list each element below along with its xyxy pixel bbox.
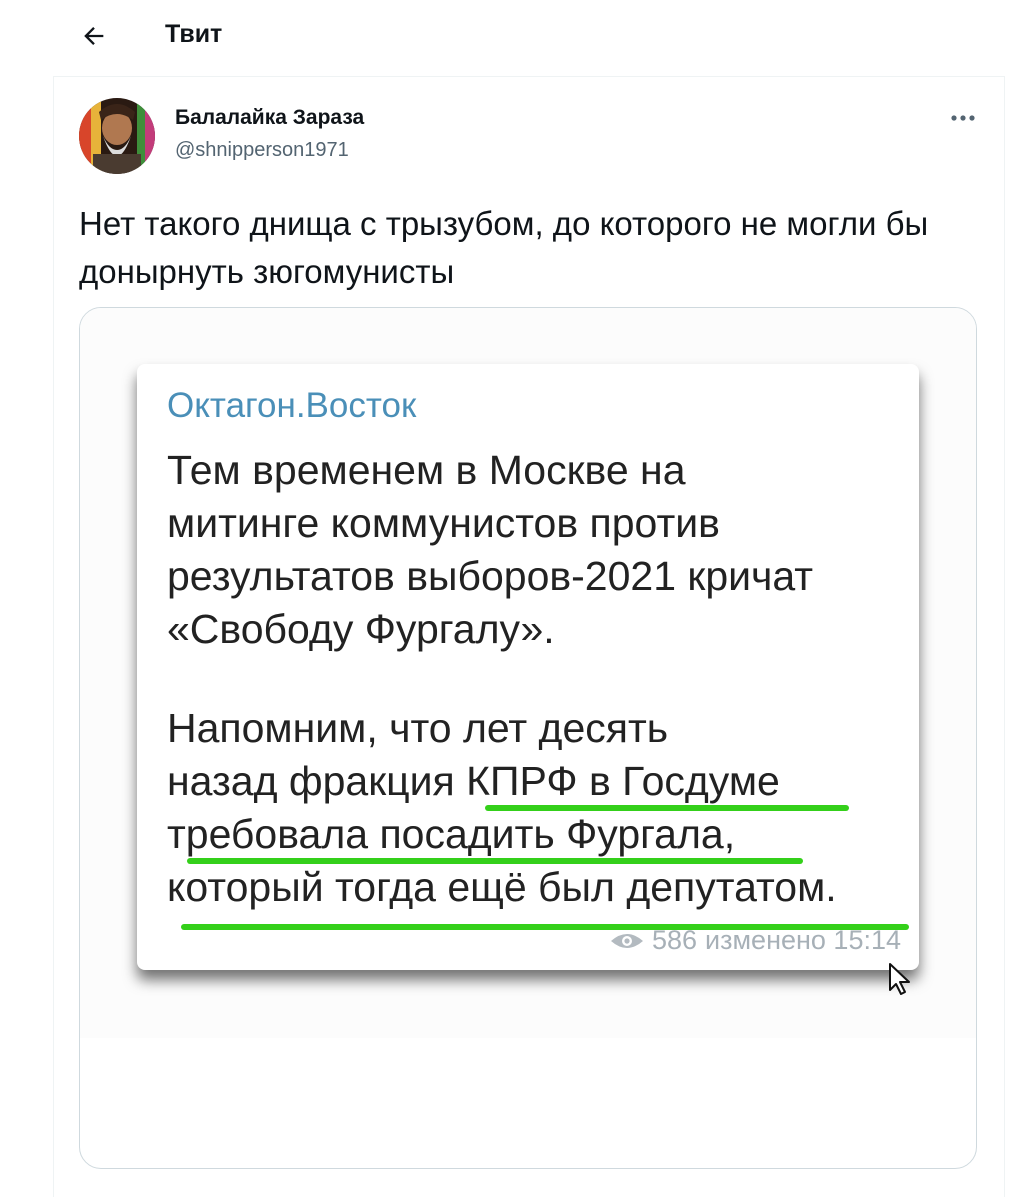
eye-icon: [610, 933, 643, 948]
highlight-underline: [187, 858, 803, 864]
edited-time: изменено 15:14: [705, 925, 901, 955]
author-handle[interactable]: @shnipperson1971: [175, 139, 349, 162]
message-meta: 586 изменено 15:14: [610, 925, 901, 956]
avatar-image: [79, 98, 155, 174]
channel-name: Октагон.Восток: [167, 386, 417, 425]
tweet-media-image[interactable]: Октагон.Восток Тем временем в Москве на …: [79, 307, 977, 1169]
arrow-left-icon: [84, 27, 104, 45]
top-bar: Твит: [0, 0, 1024, 70]
views-count: 586: [651, 925, 698, 955]
avatar[interactable]: [79, 98, 155, 174]
back-button[interactable]: [74, 16, 114, 56]
page-title: Твит: [165, 20, 223, 48]
author-display-name[interactable]: Балалайка Зараза: [175, 106, 364, 130]
more-options-button[interactable]: [944, 104, 982, 132]
message-paragraph-1: Тем временем в Москве на митинге коммуни…: [167, 447, 814, 652]
mouse-cursor-icon: [889, 963, 910, 995]
highlight-underline: [485, 805, 849, 811]
tweet-text: Нет такого днища с трызубом, до которого…: [79, 205, 929, 290]
more-horizontal-icon: [951, 115, 975, 121]
telegram-message-bubble: Октагон.Восток Тем временем в Москве на …: [137, 364, 919, 970]
